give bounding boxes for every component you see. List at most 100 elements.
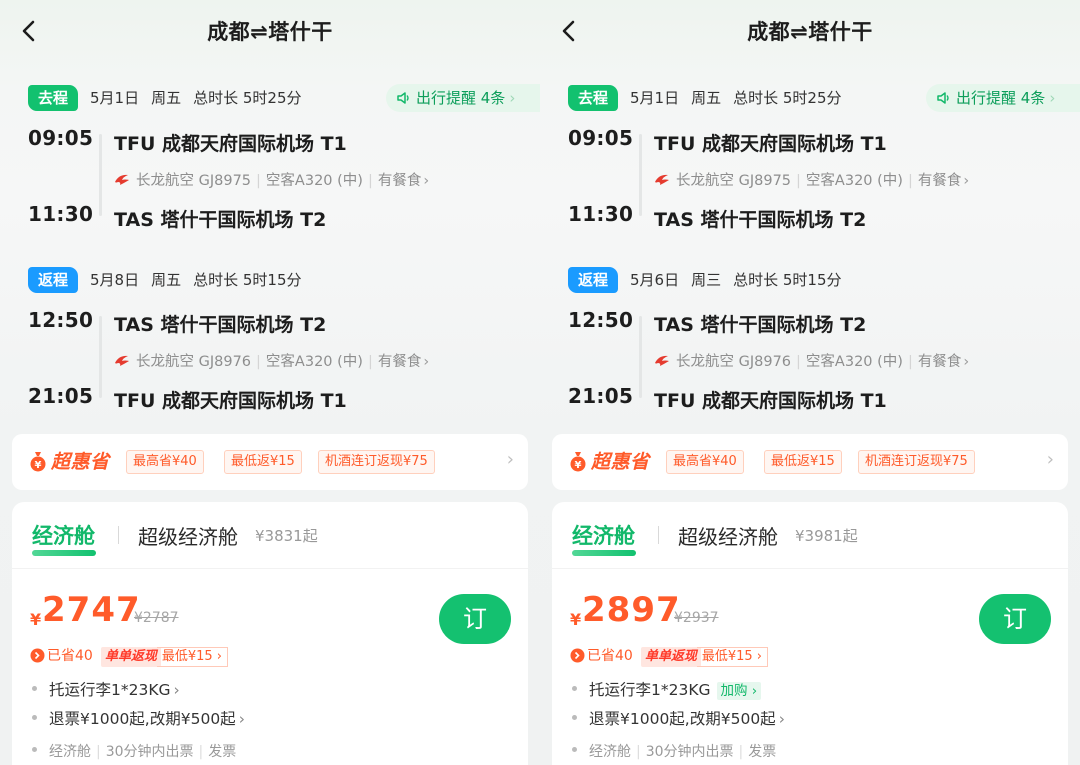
current-price: 2747 bbox=[42, 590, 141, 630]
flight-number: GJ8976 bbox=[198, 354, 252, 370]
outbound-dep-time: 09:05 bbox=[28, 126, 94, 150]
travel-reminder-button[interactable]: 出行提醒 4条 › bbox=[386, 84, 540, 112]
airline-logo-icon bbox=[655, 174, 669, 185]
info-ticketing: 30分钟内出票 bbox=[645, 744, 734, 760]
inbound-date: 5月6日 bbox=[630, 271, 680, 289]
inbound-arr-time: 21:05 bbox=[568, 384, 634, 408]
book-button[interactable]: 订 bbox=[439, 594, 511, 644]
tab-premium-economy[interactable]: 超级经济舱 bbox=[678, 521, 778, 550]
chevron-right-icon: › bbox=[778, 710, 785, 728]
meal-info: 有餐食 bbox=[917, 173, 962, 189]
inbound-dep-time: 12:50 bbox=[28, 308, 94, 332]
inbound-tag: 返程 bbox=[28, 267, 78, 293]
inbound-arr-airport: TFU 成都天府国际机场 T1 bbox=[654, 390, 887, 412]
chevron-right-icon: › bbox=[506, 449, 514, 470]
outbound-dep-airport: TFU 成都天府国际机场 T1 bbox=[654, 133, 887, 155]
flight-number: GJ8975 bbox=[198, 173, 252, 189]
reminder-label: 出行提醒 4条 bbox=[416, 89, 506, 107]
cabin-card: 经济舱 超级经济舱 ¥3981起 ¥ 2897 ¥2937 订 已省40 单单返现… bbox=[552, 502, 1068, 765]
tab-economy[interactable]: 经济舱 bbox=[572, 520, 635, 550]
speaker-icon bbox=[937, 92, 949, 104]
cashback-min-label: 最低¥15 bbox=[161, 649, 213, 664]
booking-panel-left: 成都⇌塔什干 去程 5月1日 周五 总时长 5时25分 出行提醒 4条 › 09:05… bbox=[0, 0, 540, 765]
deal-chip: 最高省¥40 bbox=[126, 450, 204, 474]
chevron-right-icon: › bbox=[238, 710, 245, 728]
airline-name: 长龙航空 bbox=[676, 354, 734, 370]
tab-indicator bbox=[32, 550, 96, 556]
deals-brand-text: 超惠省 bbox=[51, 451, 110, 473]
deals-bar[interactable]: ¥ 超惠省 最高省¥40 最低返¥15 机酒连订返现¥75 › bbox=[552, 434, 1068, 490]
page-title: 成都⇌塔什干 bbox=[747, 20, 873, 44]
info-invoice: 发票 bbox=[208, 744, 237, 760]
aircraft-type: 空客A320 (中) bbox=[265, 173, 363, 189]
money-bag-icon: ¥ bbox=[30, 452, 46, 472]
timeline-line bbox=[99, 316, 102, 398]
baggage-rule[interactable]: 托运行李1*23KG › bbox=[32, 678, 180, 700]
speaker-icon bbox=[397, 92, 409, 104]
outbound-weekday: 周五 bbox=[691, 89, 722, 107]
inbound-weekday: 周三 bbox=[691, 271, 722, 289]
outbound-arr-airport: TAS 塔什干国际机场 T2 bbox=[114, 209, 327, 231]
meal-info: 有餐食 bbox=[917, 354, 962, 370]
tab-premium-economy[interactable]: 超级经济舱 bbox=[138, 521, 238, 550]
nav-bar: 成都⇌塔什干 bbox=[540, 0, 1080, 60]
baggage-addon-button[interactable]: 加购 › bbox=[716, 682, 762, 700]
airline-logo-icon bbox=[115, 355, 129, 366]
info-cabin: 经济舱 bbox=[49, 744, 91, 760]
outbound-arr-time: 11:30 bbox=[568, 202, 634, 226]
currency-symbol: ¥ bbox=[570, 610, 582, 629]
inbound-flight-info[interactable]: 长龙航空 GJ8976 | 空客A320 (中) | 有餐食 › bbox=[114, 350, 429, 371]
inbound-weekday: 周五 bbox=[151, 271, 182, 289]
deals-brand: ¥ 超惠省 bbox=[28, 447, 110, 477]
deal-chip: 最低返¥15 bbox=[764, 450, 842, 474]
original-price: ¥2937 bbox=[674, 610, 719, 626]
deal-chip: 最低返¥15 bbox=[224, 450, 302, 474]
money-bag-icon: ¥ bbox=[570, 452, 586, 472]
chevron-right-icon: › bbox=[963, 173, 970, 189]
outbound-weekday: 周五 bbox=[151, 89, 182, 107]
chevron-right-icon: › bbox=[423, 354, 430, 370]
deals-bar[interactable]: ¥ 超惠省 最高省¥40 最低返¥15 机酒连订返现¥75 › bbox=[12, 434, 528, 490]
currency-symbol: ¥ bbox=[30, 610, 42, 629]
refund-label: 退票¥1000起,改期¥500起 bbox=[49, 710, 236, 728]
refund-rule[interactable]: 退票¥1000起,改期¥500起 › bbox=[572, 707, 785, 729]
cashback-tag: 单单返现 bbox=[100, 647, 161, 667]
outbound-tag: 去程 bbox=[568, 85, 618, 111]
deals-brand-text: 超惠省 bbox=[591, 451, 650, 473]
travel-reminder-button[interactable]: 出行提醒 4条 › bbox=[926, 84, 1080, 112]
baggage-rule[interactable]: 托运行李1*23KG 加购 › bbox=[572, 678, 762, 700]
cashback-min[interactable]: 最低¥15 › bbox=[696, 647, 769, 667]
discount-icon bbox=[570, 648, 585, 663]
tab-economy[interactable]: 经济舱 bbox=[32, 520, 95, 550]
flight-number: GJ8975 bbox=[738, 173, 792, 189]
current-price: 2897 bbox=[582, 590, 681, 630]
saved-amount: 已省40 bbox=[47, 648, 93, 664]
divider bbox=[552, 568, 1068, 569]
svg-text:¥: ¥ bbox=[575, 460, 582, 471]
outbound-summary: 5月1日 周五 总时长 5时25分 bbox=[90, 87, 314, 108]
refund-rule[interactable]: 退票¥1000起,改期¥500起 › bbox=[32, 707, 245, 729]
cashback-tag: 单单返现 bbox=[640, 647, 701, 667]
inbound-arr-time: 21:05 bbox=[28, 384, 94, 408]
outbound-flight-info[interactable]: 长龙航空 GJ8975 | 空客A320 (中) | 有餐食 › bbox=[114, 169, 429, 190]
cashback-min[interactable]: 最低¥15 › bbox=[156, 647, 229, 667]
reminder-label: 出行提醒 4条 bbox=[956, 89, 1046, 107]
discount-icon bbox=[30, 648, 45, 663]
inbound-summary: 5月6日 周三 总时长 5时15分 bbox=[630, 269, 854, 290]
inbound-flight-info[interactable]: 长龙航空 GJ8976 | 空客A320 (中) | 有餐食 › bbox=[654, 350, 969, 371]
book-button[interactable]: 订 bbox=[979, 594, 1051, 644]
inbound-duration: 总时长 5时15分 bbox=[733, 271, 842, 289]
aircraft-type: 空客A320 (中) bbox=[805, 173, 903, 189]
airline-name: 长龙航空 bbox=[676, 173, 734, 189]
outbound-flight-info[interactable]: 长龙航空 GJ8975 | 空客A320 (中) | 有餐食 › bbox=[654, 169, 969, 190]
chevron-right-icon: › bbox=[1049, 89, 1056, 107]
inbound-dep-time: 12:50 bbox=[568, 308, 634, 332]
chevron-right-icon: › bbox=[1046, 449, 1054, 470]
deal-chip: 最高省¥40 bbox=[666, 450, 744, 474]
timeline-line bbox=[99, 134, 102, 216]
meal-info: 有餐食 bbox=[377, 173, 422, 189]
booking-panel-right: 成都⇌塔什干 去程 5月1日 周五 总时长 5时25分 出行提醒 4条 › 09:05… bbox=[540, 0, 1080, 765]
inbound-dep-airport: TAS 塔什干国际机场 T2 bbox=[114, 314, 327, 336]
inbound-tag: 返程 bbox=[568, 267, 618, 293]
airline-logo-icon bbox=[115, 174, 129, 185]
